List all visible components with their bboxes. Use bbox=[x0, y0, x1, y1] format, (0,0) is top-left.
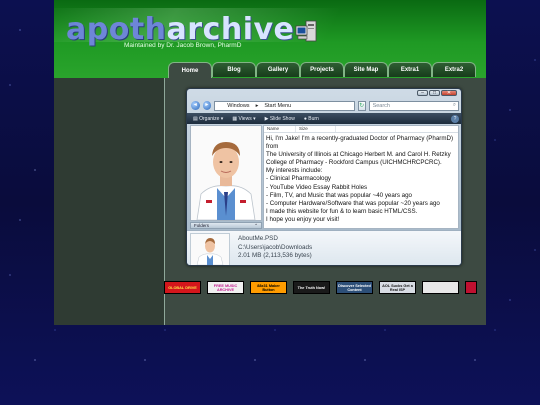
logo-text-part1: apoth bbox=[66, 12, 167, 47]
left-column bbox=[54, 78, 164, 325]
file-size: 2.01 MB (2,113,536 bytes) bbox=[238, 252, 312, 260]
about-line: College of Pharmacy - Rockford Campus (U… bbox=[266, 159, 442, 167]
help-icon[interactable]: ? bbox=[451, 114, 459, 123]
about-line: - Computer Hardware/Software that was po… bbox=[266, 199, 440, 207]
badge-button[interactable]: The Truth Now! bbox=[293, 281, 330, 294]
close-button[interactable]: ✕ bbox=[441, 90, 457, 96]
burn-label: Burn bbox=[308, 115, 319, 122]
explorer-toolbar: ▤ Organize ▾ ▦ Views ▾ ▶ Slide Show ● Bu… bbox=[187, 113, 461, 124]
tab-gallery[interactable]: Gallery bbox=[256, 62, 300, 77]
burn-button[interactable]: ● Burn bbox=[304, 116, 319, 122]
site-tagline: Maintained by Dr. Jacob Brown, PharmD bbox=[124, 42, 242, 49]
badge-button[interactable]: Discover Selected Content bbox=[336, 281, 373, 294]
organize-button[interactable]: ▤ Organize ▾ bbox=[193, 116, 223, 122]
refresh-icon[interactable]: ↻ bbox=[357, 100, 366, 111]
about-line: The University of Illinois at Chicago He… bbox=[266, 151, 451, 159]
tab-extra1[interactable]: Extra1 bbox=[388, 62, 432, 77]
address-segment[interactable]: Start Menu bbox=[264, 103, 291, 109]
about-line: - YouTube Video Essay Rabbit Holes bbox=[266, 183, 368, 191]
tab-site-map[interactable]: Site Map bbox=[344, 62, 388, 77]
tab-projects[interactable]: Projects bbox=[300, 62, 344, 77]
about-line: - Clinical Pharmacology bbox=[266, 175, 331, 183]
file-thumbnail bbox=[190, 233, 230, 265]
column-header-name[interactable]: Name bbox=[264, 126, 296, 132]
about-me-text: Hi, I'm Jake! I'm a recently-graduated D… bbox=[264, 133, 458, 224]
explorer-window: – □ ✕ ◂ ▸ Windows ▸ Start Menu ↻ Search … bbox=[186, 88, 462, 266]
badge-button[interactable]: 88x31 Maker Button bbox=[250, 281, 287, 294]
file-list: Name Size Hi, I'm Jake! I'm a recently-g… bbox=[263, 125, 459, 229]
tab-home[interactable]: Home bbox=[168, 62, 212, 78]
portrait-thumbnail-image bbox=[191, 234, 229, 265]
badge-button[interactable]: AOL Sucks Get a Real ISP bbox=[379, 281, 416, 294]
folders-label: Folders bbox=[194, 223, 210, 228]
breadcrumb-separator-icon: ▸ bbox=[255, 102, 259, 109]
computer-icon bbox=[295, 20, 317, 42]
profile-photo bbox=[190, 125, 262, 221]
back-arrow-icon[interactable]: ◂ bbox=[191, 101, 200, 110]
minimize-button[interactable]: – bbox=[417, 90, 428, 96]
tab-blog[interactable]: Blog bbox=[212, 62, 256, 77]
address-bar[interactable]: Windows ▸ Start Menu bbox=[214, 100, 355, 111]
window-controls: – □ ✕ bbox=[417, 90, 457, 96]
search-input[interactable]: Search ⌕ bbox=[368, 100, 459, 111]
slide-show-label: Slide Show bbox=[269, 115, 295, 122]
views-button[interactable]: ▦ Views ▾ bbox=[232, 116, 255, 122]
logo-text-part2: archive bbox=[166, 12, 295, 47]
address-segment[interactable]: Windows bbox=[227, 103, 249, 109]
about-line: - Film, TV, and Music that was popular ~… bbox=[266, 191, 412, 199]
file-path: C:\Users\jacob\Downloads bbox=[238, 243, 313, 251]
column-header-size[interactable]: Size bbox=[296, 126, 336, 132]
about-line: I hope you enjoy your visit! bbox=[266, 215, 340, 223]
tab-extra2[interactable]: Extra2 bbox=[432, 62, 476, 77]
badge-button[interactable] bbox=[422, 281, 459, 294]
folders-toggle[interactable]: Folders ⌃ bbox=[190, 222, 262, 229]
organize-label: Organize bbox=[199, 115, 220, 122]
file-details: AboutMe.PSD C:\Users\jacob\Downloads 2.0… bbox=[238, 235, 312, 261]
maximize-button[interactable]: □ bbox=[429, 90, 440, 96]
site-frame: apoth archive Maintained by Dr. Jacob Bro… bbox=[54, 0, 486, 325]
column-headers: Name Size bbox=[264, 126, 458, 133]
slide-show-button[interactable]: ▶ Slide Show bbox=[265, 116, 295, 122]
search-placeholder: Search bbox=[372, 102, 390, 109]
badge-button[interactable] bbox=[465, 281, 477, 294]
main-nav: Home Blog Gallery Projects Site Map Extr… bbox=[168, 62, 476, 78]
forward-arrow-icon[interactable]: ▸ bbox=[202, 101, 212, 110]
portrait-image bbox=[191, 126, 261, 221]
file-name: AboutMe.PSD bbox=[238, 235, 278, 242]
chevron-up-icon: ⌃ bbox=[254, 223, 258, 228]
about-line: Hi, I'm Jake! I'm a recently-graduated D… bbox=[266, 135, 454, 151]
button-badges-row: GLOBAL DRIVE FREE MUSIC ARCHIVE 88x31 Make… bbox=[164, 281, 486, 296]
views-label: Views bbox=[238, 115, 252, 122]
badge-button[interactable]: FREE MUSIC ARCHIVE bbox=[207, 281, 244, 294]
about-line: My interests include: bbox=[266, 167, 323, 175]
search-icon: ⌕ bbox=[452, 102, 456, 108]
details-pane: AboutMe.PSD C:\Users\jacob\Downloads 2.0… bbox=[187, 230, 461, 265]
badge-button[interactable]: GLOBAL DRIVE bbox=[164, 281, 201, 294]
site-logo[interactable]: apoth archive bbox=[66, 12, 295, 47]
address-row: ◂ ▸ Windows ▸ Start Menu ↻ Search ⌕ bbox=[191, 100, 459, 111]
about-line: I made this website for fun & to learn b… bbox=[266, 207, 418, 215]
